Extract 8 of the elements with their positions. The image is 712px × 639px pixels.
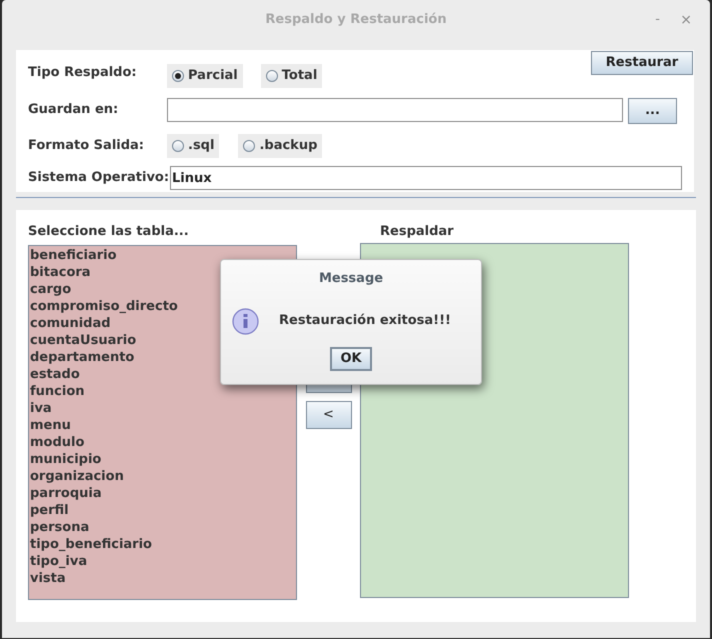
- field-label: Guardan en:: [28, 101, 120, 120]
- list-label: Seleccione las tabla...: [28, 223, 190, 240]
- field-label: Sistema Operativo:: [28, 169, 170, 188]
- dialog-title: Message: [318, 270, 384, 288]
- field-label: Tipo Respaldo:: [28, 64, 138, 82]
- list-label: Respaldar: [380, 223, 455, 240]
- field-label: Formato Salida:: [28, 137, 146, 156]
- window-title: Respaldo y Restauración: [265, 11, 447, 30]
